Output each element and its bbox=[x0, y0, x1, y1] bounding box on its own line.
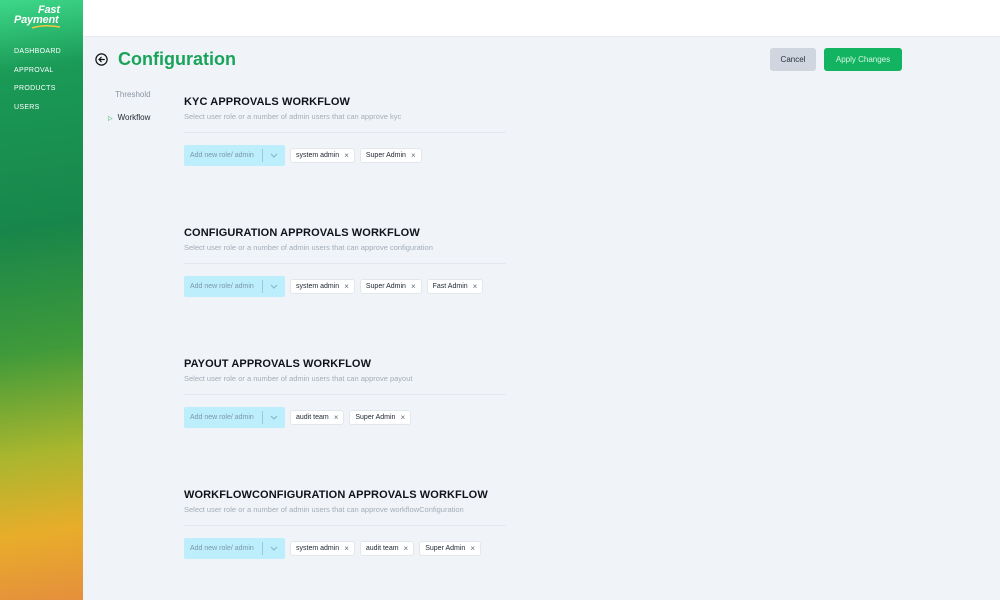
role-chip: audit team × bbox=[290, 410, 345, 425]
sidebar-item-approval[interactable]: APPROVAL bbox=[14, 67, 61, 86]
kyc-workflow-section: KYC APPROVALS WORKFLOW Select user role … bbox=[184, 96, 524, 133]
triangle-right-icon: ▷ bbox=[108, 116, 113, 122]
section-title: PAYOUT APPROVALS WORKFLOW bbox=[184, 358, 372, 370]
dropdown-placeholder: Add new role/ admin bbox=[190, 545, 254, 552]
chevron-down-icon[interactable] bbox=[263, 538, 285, 559]
chip-label: system admin bbox=[296, 545, 340, 552]
close-icon[interactable]: × bbox=[344, 151, 349, 160]
close-icon[interactable]: × bbox=[473, 282, 478, 291]
section-divider bbox=[184, 263, 506, 264]
close-icon[interactable]: × bbox=[334, 413, 339, 422]
close-icon[interactable]: × bbox=[404, 544, 409, 553]
section-title: WORKFLOWCONFIGURATION APPROVALS WORKFLOW bbox=[184, 489, 488, 501]
chip-label: Super Admin bbox=[355, 414, 396, 421]
chip-label: system admin bbox=[296, 283, 340, 290]
section-title: KYC APPROVALS WORKFLOW bbox=[184, 96, 350, 108]
section-description: Select user role or a number of admin us… bbox=[184, 243, 433, 252]
subnav-threshold[interactable]: Threshold bbox=[115, 90, 151, 99]
role-chip: Super Admin × bbox=[359, 148, 422, 163]
chip-label: system admin bbox=[296, 152, 340, 159]
chevron-down-icon[interactable] bbox=[263, 407, 285, 428]
chip-label: audit team bbox=[296, 414, 329, 421]
sidebar-nav: DASHBOARD APPROVAL PRODUCTS USERS bbox=[14, 48, 61, 122]
section-description: Select user role or a number of admin us… bbox=[184, 112, 402, 121]
chip-label: Super Admin bbox=[365, 152, 406, 159]
workflowconfiguration-role-selector: Add new role/ admin system admin × audit… bbox=[184, 538, 481, 559]
kyc-role-selector: Add new role/ admin system admin × Super… bbox=[184, 145, 422, 166]
configuration-role-selector: Add new role/ admin system admin × Super… bbox=[184, 276, 484, 297]
page-title: Configuration bbox=[118, 49, 236, 69]
subnav-workflow[interactable]: ▷ Workflow bbox=[108, 113, 150, 122]
cancel-button[interactable]: Cancel bbox=[770, 48, 816, 71]
close-icon[interactable]: × bbox=[344, 282, 349, 291]
dropdown-placeholder: Add new role/ admin bbox=[190, 414, 254, 421]
top-bar bbox=[83, 0, 1000, 37]
section-description: Select user role or a number of admin us… bbox=[184, 505, 464, 514]
role-chip: system admin × bbox=[290, 279, 355, 294]
section-divider bbox=[184, 394, 506, 395]
section-divider bbox=[184, 132, 506, 133]
add-role-dropdown[interactable]: Add new role/ admin bbox=[184, 145, 285, 166]
chevron-down-icon[interactable] bbox=[263, 145, 285, 166]
close-icon[interactable]: × bbox=[470, 544, 475, 553]
close-icon[interactable]: × bbox=[344, 544, 349, 553]
chip-label: Super Admin bbox=[365, 283, 406, 290]
section-title: CONFIGURATION APPROVALS WORKFLOW bbox=[184, 227, 420, 239]
role-chip: system admin × bbox=[290, 148, 355, 163]
close-icon[interactable]: × bbox=[400, 413, 405, 422]
add-role-dropdown[interactable]: Add new role/ admin bbox=[184, 407, 285, 428]
subnav-workflow-label: Workflow bbox=[117, 113, 151, 122]
sidebar-item-products[interactable]: PRODUCTS bbox=[14, 85, 61, 104]
role-chip: Fast Admin × bbox=[426, 279, 484, 294]
section-description: Select user role or a number of admin us… bbox=[184, 374, 413, 383]
close-icon[interactable]: × bbox=[411, 282, 416, 291]
chip-label: Super Admin bbox=[425, 545, 466, 552]
sidebar-item-users[interactable]: USERS bbox=[14, 104, 61, 123]
fast-payment-logo[interactable]: Fast Payment bbox=[14, 4, 74, 30]
role-chip: system admin × bbox=[290, 541, 355, 556]
back-button[interactable] bbox=[95, 53, 108, 66]
payout-role-selector: Add new role/ admin audit team × Super A… bbox=[184, 407, 412, 428]
arrow-left-circle-icon bbox=[95, 53, 108, 66]
add-role-dropdown[interactable]: Add new role/ admin bbox=[184, 538, 285, 559]
close-icon[interactable]: × bbox=[411, 151, 416, 160]
sidebar: Fast Payment DASHBOARD APPROVAL PRODUCTS… bbox=[0, 0, 83, 600]
chip-label: Fast Admin bbox=[432, 283, 468, 290]
logo-swoosh-icon bbox=[31, 24, 61, 29]
add-role-dropdown[interactable]: Add new role/ admin bbox=[184, 276, 285, 297]
role-chip: audit team × bbox=[359, 541, 415, 556]
chip-label: audit team bbox=[365, 545, 399, 552]
configuration-workflow-section: CONFIGURATION APPROVALS WORKFLOW Select … bbox=[184, 227, 524, 264]
apply-changes-button[interactable]: Apply Changes bbox=[824, 48, 902, 71]
payout-workflow-section: PAYOUT APPROVALS WORKFLOW Select user ro… bbox=[184, 358, 524, 395]
section-divider bbox=[184, 525, 506, 526]
dropdown-placeholder: Add new role/ admin bbox=[190, 283, 254, 290]
chevron-down-icon[interactable] bbox=[263, 276, 285, 297]
workflowconfiguration-workflow-section: WORKFLOWCONFIGURATION APPROVALS WORKFLOW… bbox=[184, 489, 524, 526]
sidebar-item-dashboard[interactable]: DASHBOARD bbox=[14, 48, 61, 67]
role-chip: Super Admin × bbox=[359, 279, 422, 294]
role-chip: Super Admin × bbox=[349, 410, 412, 425]
role-chip: Super Admin × bbox=[419, 541, 481, 556]
dropdown-placeholder: Add new role/ admin bbox=[190, 152, 254, 159]
